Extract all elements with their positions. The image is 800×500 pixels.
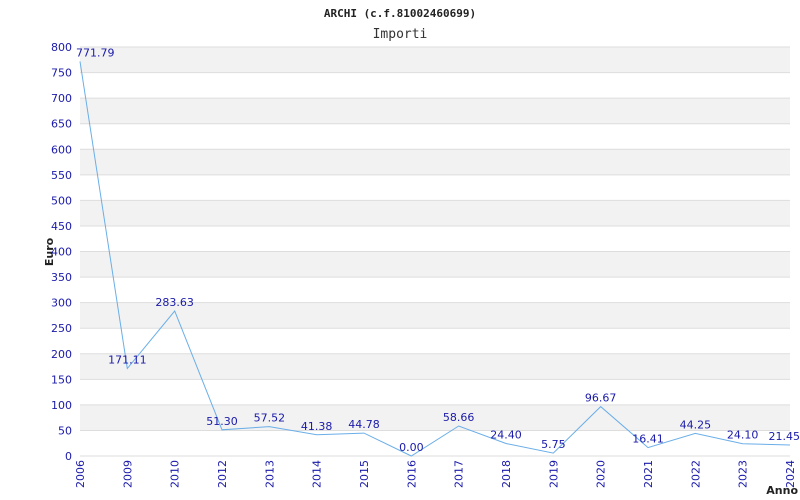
x-tick-label: 2022 xyxy=(689,460,702,488)
y-tick-label: 600 xyxy=(51,143,72,156)
grid-band xyxy=(80,98,790,124)
y-tick-label: 100 xyxy=(51,399,72,412)
x-tick-label: 2014 xyxy=(311,460,324,488)
y-tick-label: 500 xyxy=(51,194,72,207)
y-tick-label: 250 xyxy=(51,322,72,335)
y-tick-label: 200 xyxy=(51,348,72,361)
chart-subtitle: Importi xyxy=(373,27,428,42)
data-label: 96.67 xyxy=(585,392,617,405)
x-tick-label: 2023 xyxy=(737,460,750,488)
y-tick-label: 800 xyxy=(51,41,72,54)
x-tick-label: 2015 xyxy=(358,460,371,488)
y-tick-label: 300 xyxy=(51,297,72,310)
y-axis-ticks: 0 50 100 150 200 250 300 350 400 450 500 550 600 650 7… xyxy=(51,41,72,463)
y-tick-label: 150 xyxy=(51,373,72,386)
x-tick-label: 2020 xyxy=(595,460,608,488)
grid-bands xyxy=(80,46,790,457)
y-tick-label: 550 xyxy=(51,169,72,182)
x-tick-label: 2012 xyxy=(216,460,229,488)
y-tick-label: 0 xyxy=(65,450,72,463)
data-label: 51.30 xyxy=(206,415,238,428)
line-chart: ARCHI (c.f.81002460699) Importi Euro Ann… xyxy=(43,7,800,497)
data-label: 771.79 xyxy=(76,46,115,59)
x-tick-label: 2010 xyxy=(169,460,182,488)
data-label: 44.25 xyxy=(680,418,712,431)
y-tick-label: 350 xyxy=(51,271,72,284)
data-label: 58.66 xyxy=(443,411,475,424)
y-tick-label: 400 xyxy=(51,246,72,259)
x-tick-label: 2006 xyxy=(74,460,87,488)
y-tick-label: 700 xyxy=(51,92,72,105)
x-tick-label: 2009 xyxy=(121,460,134,488)
data-label: 171.11 xyxy=(108,354,147,367)
data-label: 283.63 xyxy=(155,296,194,309)
x-tick-label: 2019 xyxy=(547,460,560,488)
data-label: 44.78 xyxy=(348,418,380,431)
data-label: 21.45 xyxy=(769,430,800,443)
x-axis-ticks: 2006 2009 2010 2012 2013 2014 2015 2016 2017 2018… xyxy=(74,460,797,488)
grid-band xyxy=(80,251,790,278)
x-tick-label: 2021 xyxy=(642,460,655,488)
grid-band xyxy=(80,47,790,73)
chart-title: ARCHI (c.f.81002460699) xyxy=(324,7,476,20)
grid-band xyxy=(80,200,790,226)
y-tick-label: 650 xyxy=(51,118,72,131)
grid-band xyxy=(80,149,790,175)
x-tick-label: 2024 xyxy=(784,460,797,488)
data-label: 24.10 xyxy=(727,429,759,442)
data-label: 24.40 xyxy=(490,429,522,442)
y-tick-label: 50 xyxy=(58,424,72,437)
grid-band xyxy=(80,353,790,380)
data-label: 57.52 xyxy=(254,412,286,425)
data-label: 0.00 xyxy=(399,441,424,454)
x-tick-label: 2016 xyxy=(405,460,418,488)
data-label: 5.75 xyxy=(541,438,566,451)
y-tick-label: 750 xyxy=(51,67,72,80)
x-tick-label: 2017 xyxy=(453,460,466,488)
data-label: 41.38 xyxy=(301,420,333,433)
x-tick-label: 2013 xyxy=(263,460,276,488)
data-label: 16.41 xyxy=(632,433,664,446)
y-tick-label: 450 xyxy=(51,220,72,233)
x-tick-label: 2018 xyxy=(500,460,513,488)
